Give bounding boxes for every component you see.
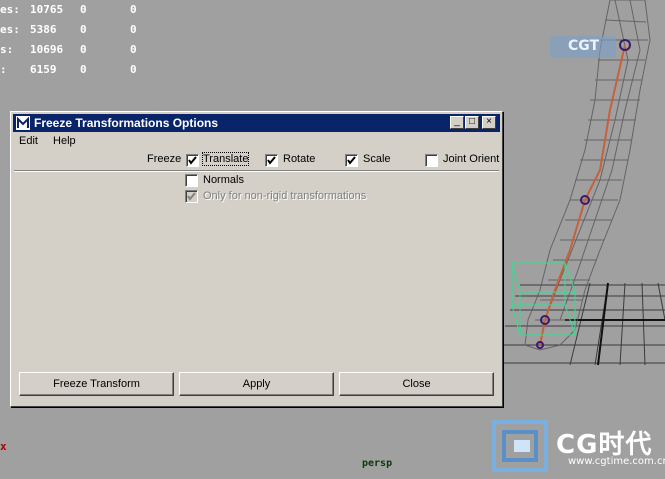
watermark-small-text: CGT [568,38,600,54]
non-rigid-checkbox [185,190,198,203]
translate-checkbox[interactable] [186,154,199,167]
menu-help[interactable]: Help [53,135,76,147]
camera-label: persp [362,458,393,469]
hud-value: 5386 [30,23,57,36]
hud-row: es: 5386 0 0 [0,20,137,40]
menu-edit[interactable]: Edit [19,135,38,147]
hud-value: 0 [130,23,137,36]
dialog-separator [14,170,499,172]
checkmark-icon [188,156,197,165]
rotate-checkbox[interactable] [265,154,278,167]
hud-value: 10696 [30,43,64,56]
checkmark-icon [267,156,276,165]
close-icon: × [486,116,492,127]
scale-label[interactable]: Scale [363,153,391,165]
watermark-cg-icon [492,420,548,472]
maximize-icon: □ [468,116,476,127]
dialog-menubar: Edit Help [19,135,88,151]
hud-value: 0 [80,3,87,16]
hud-value: 0 [80,43,87,56]
hud-row: : 6159 0 0 [0,60,137,80]
translate-label[interactable]: Translate [201,152,250,166]
freeze-label: Freeze [147,153,182,165]
scale-checkbox[interactable] [345,154,358,167]
checkmark-icon [187,192,196,201]
watermark-url: www.cgtime.com.cn [568,456,665,467]
hud-label: : [0,63,7,76]
hud-value: 0 [130,63,137,76]
dialog-title: Freeze Transformations Options [34,116,219,130]
minimize-button[interactable]: _ [450,116,464,129]
freeze-options-row: Freeze Translate Rotate Scale Joint Orie… [11,152,502,169]
close-button[interactable]: Close [339,372,494,396]
hud-value: 0 [80,23,87,36]
hud-row: es: 10765 0 0 [0,0,137,20]
watermark-logo-small: CGT [546,30,628,64]
maximize-button[interactable]: □ [465,116,479,129]
hud-value: 0 [130,3,137,16]
hud-label: es: [0,23,20,36]
rotate-label[interactable]: Rotate [283,153,315,165]
normals-checkbox[interactable] [185,174,198,187]
options-panel: Normals Only for non-rigid transformatio… [15,174,496,364]
hud-value: 10765 [30,3,64,16]
hud-label: es: [0,3,20,16]
apply-button[interactable]: Apply [179,372,334,396]
close-window-button[interactable]: × [482,116,496,129]
non-rigid-label: Only for non-rigid transformations [203,190,367,202]
axis-x-label: x [0,440,7,453]
dialog-titlebar[interactable]: Freeze Transformations Options _ □ × [13,114,500,132]
freeze-transform-button[interactable]: Freeze Transform [19,372,174,396]
watermark-logo: CG时代 www.cgtime.com.cn [490,418,665,475]
poly-count-hud: es: 10765 0 0 es: 5386 0 0 s: 10696 0 0 … [0,0,137,80]
hud-value: 0 [80,63,87,76]
hud-label: s: [0,43,14,56]
minimize-icon: _ [454,116,460,127]
freeze-transformations-dialog: Freeze Transformations Options _ □ × Edi… [10,111,503,407]
joint-orient-label[interactable]: Joint Orient [443,153,499,165]
normals-label[interactable]: Normals [203,174,244,186]
checkmark-icon [347,156,356,165]
hud-value: 0 [130,43,137,56]
maya-logo-icon [16,116,30,130]
joint-orient-checkbox[interactable] [425,154,438,167]
hud-row: s: 10696 0 0 [0,40,137,60]
hud-value: 6159 [30,63,57,76]
